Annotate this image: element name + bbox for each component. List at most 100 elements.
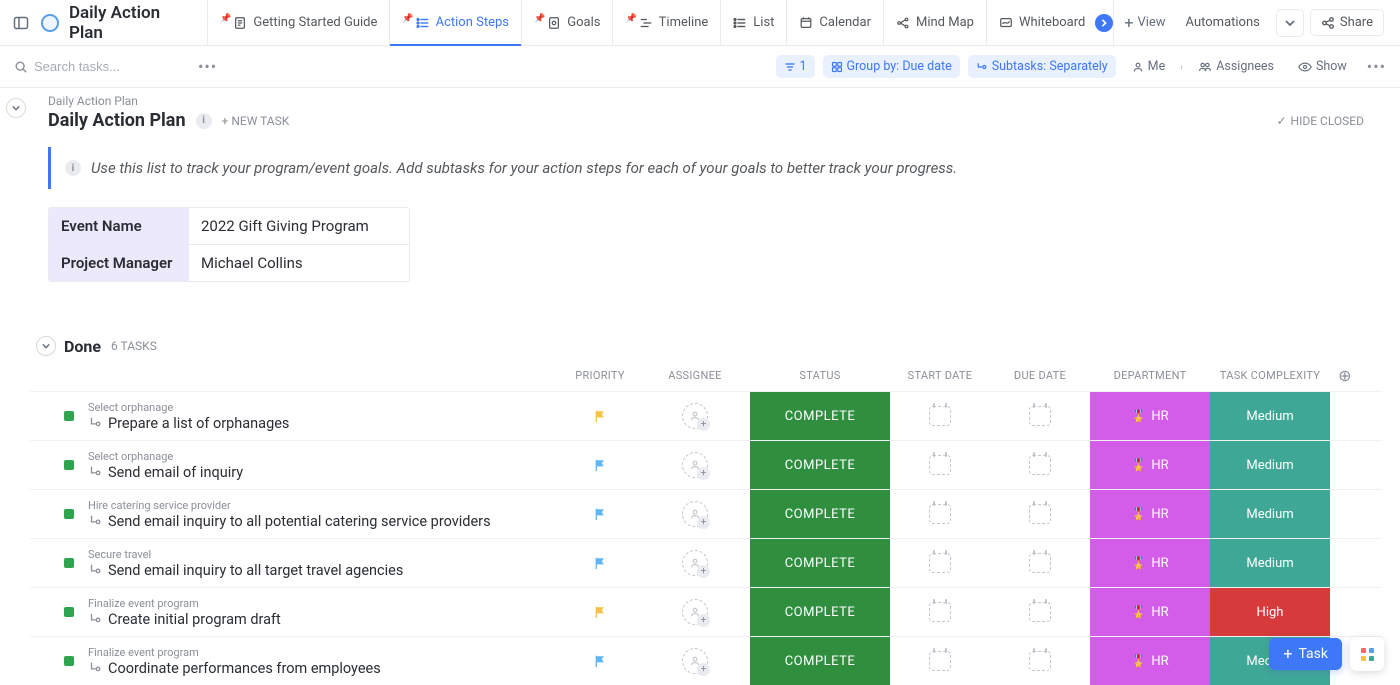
group-name[interactable]: Done: [64, 337, 101, 356]
priority-flag-icon[interactable]: [593, 556, 607, 570]
due-date-placeholder[interactable]: [1029, 651, 1051, 671]
task-row[interactable]: Secure travel Send email inquiry to all …: [30, 538, 1382, 587]
complexity-badge[interactable]: Medium: [1210, 539, 1330, 587]
assignee-placeholder[interactable]: [682, 550, 708, 576]
due-date-placeholder[interactable]: [1029, 455, 1051, 475]
automations-dropdown[interactable]: [1276, 9, 1304, 37]
add-column-button[interactable]: ⊕: [1330, 366, 1360, 385]
col-assignee[interactable]: ASSIGNEE: [640, 369, 750, 382]
task-title[interactable]: Send email of inquiry: [108, 464, 243, 481]
me-chip[interactable]: Me: [1124, 55, 1174, 78]
task-row[interactable]: Finalize event program Create initial pr…: [30, 587, 1382, 636]
col-priority[interactable]: PRIORITY: [560, 369, 640, 382]
task-title[interactable]: Coordinate performances from employees: [108, 660, 381, 677]
task-title[interactable]: Prepare a list of orphanages: [108, 415, 289, 432]
priority-flag-icon[interactable]: [593, 654, 607, 668]
start-date-placeholder[interactable]: [929, 406, 951, 426]
status-badge[interactable]: COMPLETE: [750, 441, 890, 489]
group-collapse-toggle[interactable]: [36, 336, 56, 356]
parent-task-name[interactable]: Select orphanage: [88, 450, 560, 464]
tab-goals[interactable]: 📌 Goals: [521, 0, 612, 46]
sidebar-toggle-icon[interactable]: [10, 12, 31, 34]
tab-calendar[interactable]: Calendar: [786, 0, 883, 46]
tab-getting-started-guide[interactable]: 📌 Getting Started Guide: [207, 0, 389, 46]
filter-chip[interactable]: 1: [776, 55, 815, 78]
tab-timeline[interactable]: 📌 Timeline: [612, 0, 720, 46]
status-square[interactable]: [64, 411, 74, 421]
complexity-badge[interactable]: High: [1210, 588, 1330, 636]
new-task-button[interactable]: + NEW TASK: [222, 114, 290, 128]
due-date-placeholder[interactable]: [1029, 406, 1051, 426]
meta-value-pm[interactable]: Michael Collins: [189, 245, 409, 281]
start-date-placeholder[interactable]: [929, 602, 951, 622]
department-badge[interactable]: 🎖️HR: [1090, 490, 1210, 538]
priority-flag-icon[interactable]: [593, 507, 607, 521]
tab-whiteboard[interactable]: Whiteboard: [986, 0, 1089, 46]
assignee-placeholder[interactable]: [682, 648, 708, 674]
apps-launcher-button[interactable]: [1350, 637, 1384, 671]
parent-task-name[interactable]: Finalize event program: [88, 597, 560, 611]
task-row[interactable]: Finalize event program Coordinate perfor…: [30, 636, 1382, 685]
department-badge[interactable]: 🎖️HR: [1090, 392, 1210, 440]
assignee-placeholder[interactable]: [682, 501, 708, 527]
task-row[interactable]: Hire catering service provider Send emai…: [30, 489, 1382, 538]
priority-flag-icon[interactable]: [593, 409, 607, 423]
department-badge[interactable]: 🎖️HR: [1090, 588, 1210, 636]
tab-mind-map[interactable]: Mind Map: [883, 0, 986, 46]
assignees-chip[interactable]: Assignees: [1190, 55, 1282, 78]
collapse-list-toggle[interactable]: [6, 98, 26, 118]
col-status[interactable]: STATUS: [750, 369, 890, 382]
meta-value-event[interactable]: 2022 Gift Giving Program: [189, 208, 409, 244]
status-square[interactable]: [64, 656, 74, 666]
status-square[interactable]: [64, 558, 74, 568]
start-date-placeholder[interactable]: [929, 651, 951, 671]
complexity-badge[interactable]: Medium: [1210, 441, 1330, 489]
task-row[interactable]: Select orphanage Send email of inquiry C…: [30, 440, 1382, 489]
start-date-placeholder[interactable]: [929, 455, 951, 475]
status-badge[interactable]: COMPLETE: [750, 637, 890, 685]
due-date-placeholder[interactable]: [1029, 504, 1051, 524]
department-badge[interactable]: 🎖️HR: [1090, 441, 1210, 489]
status-badge[interactable]: COMPLETE: [750, 588, 890, 636]
subtasks-chip[interactable]: Subtasks: Separately: [968, 55, 1116, 78]
tabs-scroll-right[interactable]: [1095, 14, 1113, 32]
assignee-placeholder[interactable]: [682, 599, 708, 625]
due-date-placeholder[interactable]: [1029, 602, 1051, 622]
priority-flag-icon[interactable]: [593, 458, 607, 472]
show-chip[interactable]: Show: [1290, 55, 1355, 78]
task-title[interactable]: Create initial program draft: [108, 611, 281, 628]
parent-task-name[interactable]: Hire catering service provider: [88, 499, 560, 513]
toolbar-more-icon[interactable]: •••: [1367, 57, 1386, 76]
task-row[interactable]: Select orphanage Prepare a list of orpha…: [30, 391, 1382, 440]
search-options-icon[interactable]: •••: [198, 57, 217, 76]
start-date-placeholder[interactable]: [929, 504, 951, 524]
priority-flag-icon[interactable]: [593, 605, 607, 619]
parent-task-name[interactable]: Secure travel: [88, 548, 560, 562]
col-start-date[interactable]: START DATE: [890, 369, 990, 382]
complexity-badge[interactable]: Medium: [1210, 392, 1330, 440]
department-badge[interactable]: 🎖️HR: [1090, 637, 1210, 685]
col-complexity[interactable]: TASK COMPLEXITY: [1210, 369, 1330, 382]
tab-action-steps[interactable]: 📌 Action Steps: [389, 0, 521, 46]
tab-list[interactable]: List: [720, 0, 786, 46]
search-input[interactable]: [34, 59, 184, 74]
automations-button[interactable]: Automations: [1176, 10, 1270, 35]
complexity-badge[interactable]: Medium: [1210, 490, 1330, 538]
department-badge[interactable]: 🎖️HR: [1090, 539, 1210, 587]
groupby-chip[interactable]: Group by: Due date: [823, 55, 960, 78]
start-date-placeholder[interactable]: [929, 553, 951, 573]
status-badge[interactable]: COMPLETE: [750, 490, 890, 538]
create-task-fab[interactable]: + Task: [1269, 638, 1342, 670]
status-square[interactable]: [64, 460, 74, 470]
due-date-placeholder[interactable]: [1029, 553, 1051, 573]
status-square[interactable]: [64, 607, 74, 617]
parent-task-name[interactable]: Finalize event program: [88, 646, 560, 660]
add-view-button[interactable]: + View: [1113, 0, 1175, 46]
col-due-date[interactable]: DUE DATE: [990, 369, 1090, 382]
status-square[interactable]: [64, 509, 74, 519]
hide-closed-button[interactable]: ✓ HIDE CLOSED: [1276, 114, 1364, 128]
assignee-placeholder[interactable]: [682, 403, 708, 429]
task-title[interactable]: Send email inquiry to all potential cate…: [108, 513, 491, 530]
task-title[interactable]: Send email inquiry to all target travel …: [108, 562, 403, 579]
assignee-placeholder[interactable]: [682, 452, 708, 478]
